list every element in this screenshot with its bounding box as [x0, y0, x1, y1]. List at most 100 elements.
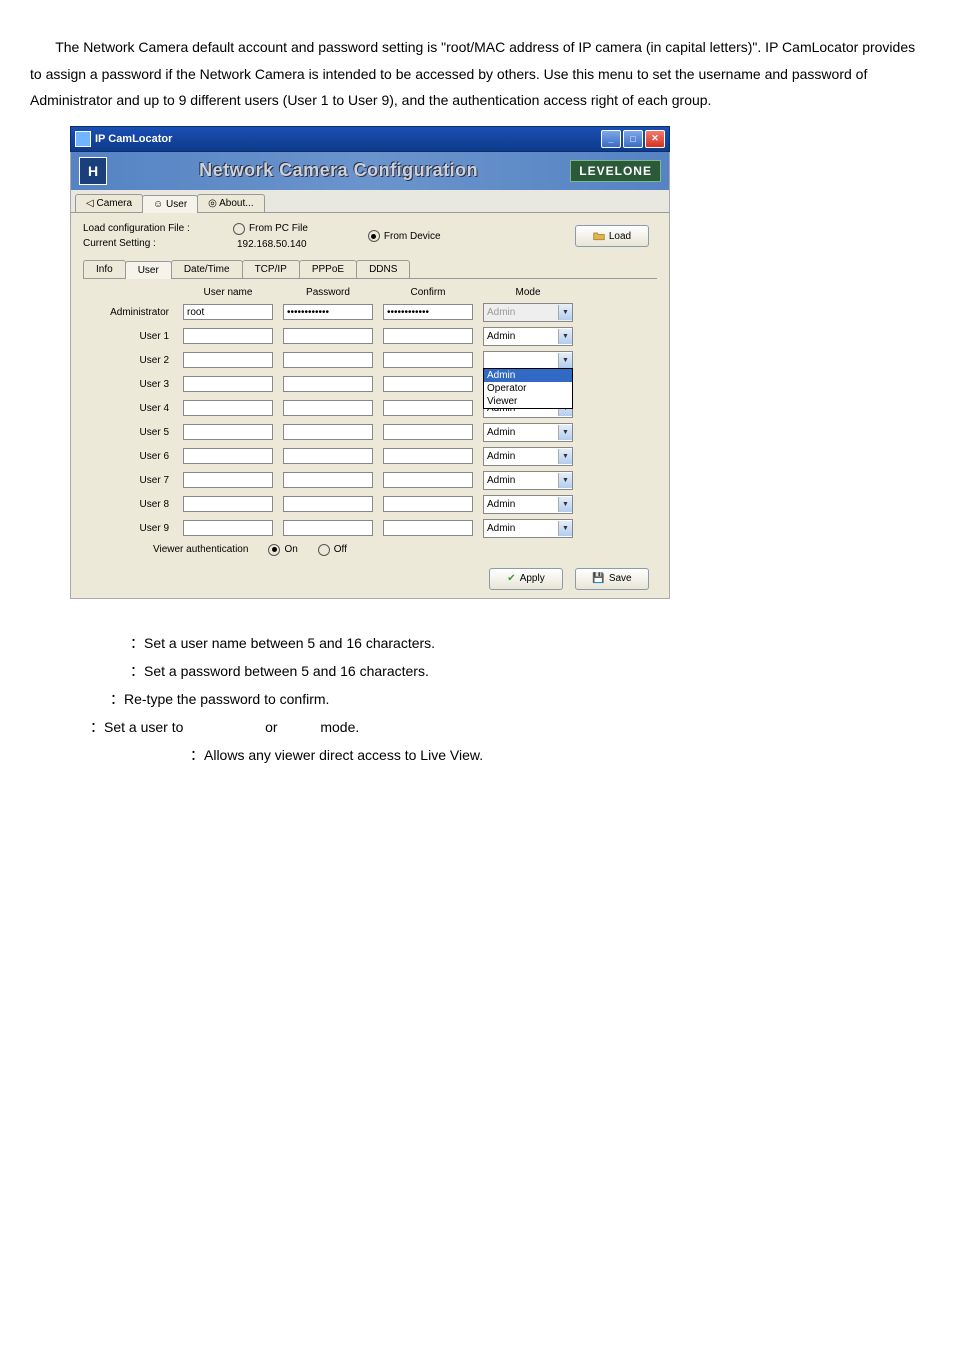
dropdown-option[interactable]: Admin	[484, 369, 572, 382]
maximize-button[interactable]: □	[623, 130, 643, 148]
outer-panel: Load configuration File : Current Settin…	[70, 213, 670, 599]
check-icon: ✔	[507, 573, 515, 584]
tab-about[interactable]: ◎ About...	[197, 194, 264, 212]
password-input[interactable]	[283, 496, 373, 512]
user-panel: User name Password Confirm Mode Administ…	[83, 279, 657, 562]
password-input[interactable]	[283, 352, 373, 368]
minimize-button[interactable]: _	[601, 130, 621, 148]
user-label: User 7	[93, 475, 173, 486]
banner-title: Network Camera Configuration	[199, 160, 478, 181]
admin-confirm-input[interactable]	[383, 304, 473, 320]
mode-select[interactable]: Admin▼	[483, 447, 573, 466]
username-input[interactable]	[183, 376, 273, 392]
password-input[interactable]	[283, 520, 373, 536]
confirm-input[interactable]	[383, 424, 473, 440]
mode-select[interactable]: Admin▼	[483, 495, 573, 514]
confirm-input[interactable]	[383, 520, 473, 536]
radio-icon	[318, 544, 330, 556]
chevron-down-icon: ▼	[558, 353, 572, 368]
row-user-9: User 9Admin▼	[93, 519, 647, 538]
row-user-5: User 5 Admin▼	[93, 423, 647, 442]
subtab-ddns[interactable]: DDNS	[356, 260, 410, 278]
password-input[interactable]	[283, 328, 373, 344]
username-input[interactable]	[183, 496, 273, 512]
load-button[interactable]: Load	[575, 225, 649, 247]
close-button[interactable]: ✕	[645, 130, 665, 148]
col-confirm: Confirm	[383, 287, 473, 298]
mode-dropdown[interactable]: AdminOperatorViewer	[483, 368, 573, 409]
logo-icon: H	[79, 157, 107, 185]
radio-icon	[368, 230, 380, 242]
username-input[interactable]	[183, 424, 273, 440]
password-input[interactable]	[283, 448, 373, 464]
titlebar: IP CamLocator _ □ ✕	[70, 126, 670, 152]
confirm-input[interactable]	[383, 376, 473, 392]
chevron-down-icon: ▼	[558, 329, 572, 344]
username-input[interactable]	[183, 328, 273, 344]
mode-select[interactable]: Admin▼	[483, 519, 573, 538]
confirm-input[interactable]	[383, 496, 473, 512]
row-user-7: User 7 Admin▼	[93, 471, 647, 490]
sub-tabbar: Info User Date/Time TCP/IP PPPoE DDNS	[83, 260, 657, 279]
password-input[interactable]	[283, 472, 373, 488]
radio-icon	[268, 544, 280, 556]
confirm-input[interactable]	[383, 472, 473, 488]
admin-label: Administrator	[93, 307, 173, 318]
save-button[interactable]: 💾 Save	[575, 568, 649, 590]
username-input[interactable]	[183, 400, 273, 416]
tab-user-main[interactable]: ☺ User	[142, 195, 198, 213]
app-window: IP CamLocator _ □ ✕ H Network Camera Con…	[70, 126, 670, 599]
radio-viewer-on[interactable]: On	[268, 544, 297, 556]
chevron-down-icon: ▼	[558, 449, 572, 464]
desc-confirm: ：Re-type the password to confirm.	[110, 685, 924, 713]
confirm-input[interactable]	[383, 448, 473, 464]
subtab-pppoe[interactable]: PPPoE	[299, 260, 357, 278]
subtab-info[interactable]: Info	[83, 260, 126, 278]
radio-from-device[interactable]: From Device	[368, 223, 441, 250]
row-user-6: User 6 Admin▼	[93, 447, 647, 466]
password-input[interactable]	[283, 424, 373, 440]
admin-password-input[interactable]	[283, 304, 373, 320]
apply-button[interactable]: ✔ Apply	[489, 568, 563, 590]
window-title: IP CamLocator	[95, 133, 172, 145]
description-list: ：Set a user name between 5 and 16 charac…	[130, 629, 924, 769]
user-label: User 2	[93, 355, 173, 366]
chevron-down-icon: ▼	[558, 305, 572, 320]
username-input[interactable]	[183, 352, 273, 368]
col-username: User name	[183, 287, 273, 298]
chevron-down-icon: ▼	[558, 425, 572, 440]
subtab-tcpip[interactable]: TCP/IP	[242, 260, 300, 278]
username-input[interactable]	[183, 520, 273, 536]
confirm-input[interactable]	[383, 400, 473, 416]
mode-select[interactable]: Admin▼	[483, 471, 573, 490]
username-input[interactable]	[183, 448, 273, 464]
confirm-input[interactable]	[383, 328, 473, 344]
radio-from-pc[interactable]: From PC File	[233, 223, 308, 235]
row-user-8: User 8Admin▼	[93, 495, 647, 514]
mode-select[interactable]: Admin▼	[483, 423, 573, 442]
subtab-datetime[interactable]: Date/Time	[171, 260, 243, 278]
user-label: User 6	[93, 451, 173, 462]
user-label: User 4	[93, 403, 173, 414]
desc-password: ：Set a password between 5 and 16 charact…	[130, 657, 924, 685]
mode-select[interactable]: Admin▼	[483, 327, 573, 346]
brand-label: LEVELONE	[570, 160, 661, 182]
dropdown-option[interactable]: Operator	[484, 382, 572, 395]
mode-select[interactable]: ▼AdminOperatorViewer	[483, 351, 573, 370]
user-label: User 5	[93, 427, 173, 438]
confirm-input[interactable]	[383, 352, 473, 368]
app-icon	[75, 131, 91, 147]
col-mode: Mode	[483, 287, 573, 298]
subtab-user[interactable]: User	[125, 261, 172, 279]
radio-viewer-off[interactable]: Off	[318, 544, 347, 556]
dropdown-option[interactable]: Viewer	[484, 395, 572, 408]
password-input[interactable]	[283, 400, 373, 416]
current-ip: 192.168.50.140	[237, 239, 308, 250]
tab-camera[interactable]: ◁ Camera	[75, 194, 143, 212]
viewer-auth-label: Viewer authentication	[153, 544, 248, 555]
password-input[interactable]	[283, 376, 373, 392]
username-input[interactable]	[183, 472, 273, 488]
intro-paragraph: The Network Camera default account and p…	[30, 34, 924, 114]
main-tabbar: ◁ Camera ☺ User ◎ About...	[70, 190, 670, 213]
admin-username-input[interactable]	[183, 304, 273, 320]
